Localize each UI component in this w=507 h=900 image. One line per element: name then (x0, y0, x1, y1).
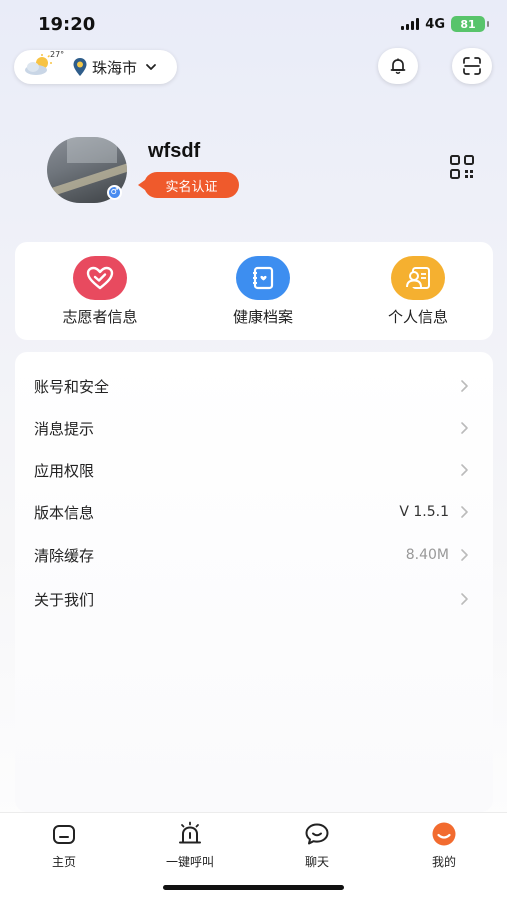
tab-label: 我的 (431, 855, 456, 869)
menu-item-label: 版本信息 (34, 503, 95, 522)
chevron-right-icon (461, 593, 468, 605)
settings-menu: 账号和安全 消息提示 应用权限 版本信息 V 1.5.1 清除缓存 8.40M … (15, 352, 493, 812)
chevron-right-icon (461, 422, 468, 434)
menu-item-account-security[interactable]: 账号和安全 (15, 366, 493, 406)
qr-code-icon[interactable] (449, 154, 475, 180)
version-value: V 1.5.1 (399, 504, 449, 520)
home-indicator (163, 885, 344, 890)
health-record-button[interactable]: 健康档案 (203, 242, 323, 340)
quick-action-label: 健康档案 (232, 308, 293, 326)
chevron-down-icon (146, 64, 156, 70)
tab-label: 聊天 (304, 855, 329, 869)
quick-actions-card: 志愿者信息 健康档案 个人信息 (15, 242, 493, 340)
menu-item-label: 账号和安全 (34, 377, 110, 396)
status-bar: 19:20 4G 81 (0, 0, 507, 48)
gender-male-icon: ♂ (107, 185, 122, 200)
chevron-right-icon (461, 549, 468, 561)
chevron-right-icon (461, 506, 468, 518)
chevron-right-icon (461, 380, 468, 392)
city-name: 珠海市 (92, 58, 138, 77)
tab-home[interactable]: 主页 (19, 819, 109, 869)
chat-icon (305, 823, 329, 845)
location-selector[interactable]: 27° 珠海市 (14, 50, 177, 84)
quick-action-label: 志愿者信息 (62, 308, 138, 326)
menu-item-label: 关于我们 (34, 590, 95, 609)
menu-item-version[interactable]: 版本信息 V 1.5.1 (15, 492, 493, 532)
chevron-right-icon (461, 464, 468, 476)
volunteer-info-button[interactable]: 志愿者信息 (40, 242, 160, 340)
weather-temperature: 27° (50, 50, 65, 59)
status-time: 19:20 (38, 14, 96, 35)
scan-icon (463, 57, 481, 75)
tab-label: 一键呼叫 (165, 855, 214, 869)
cache-size-value: 8.40M (405, 547, 449, 563)
tab-chat[interactable]: 聊天 (272, 819, 362, 869)
id-card-icon (391, 256, 445, 300)
network-type: 4G (425, 16, 445, 32)
heart-icon (73, 256, 127, 300)
menu-item-label: 消息提示 (34, 419, 95, 438)
tab-label: 主页 (51, 855, 76, 869)
tab-emergency-call[interactable]: 一键呼叫 (145, 819, 235, 869)
profile-icon (432, 822, 456, 846)
scan-button[interactable] (452, 48, 492, 84)
health-record-icon (236, 256, 290, 300)
bell-icon (390, 58, 406, 74)
notification-button[interactable] (378, 48, 418, 84)
menu-item-label: 清除缓存 (34, 546, 95, 565)
status-indicators: 4G 81 (401, 16, 489, 32)
alarm-icon (179, 821, 201, 844)
battery-level: 81 (460, 17, 476, 31)
menu-item-label: 应用权限 (34, 461, 95, 480)
menu-item-about-us[interactable]: 关于我们 (15, 579, 493, 619)
username: wfsdf (148, 140, 201, 162)
menu-item-clear-cache[interactable]: 清除缓存 8.40M (15, 535, 493, 575)
verify-identity-button[interactable]: 实名认证 (138, 172, 239, 198)
home-icon (53, 825, 75, 844)
personal-info-button[interactable]: 个人信息 (358, 242, 478, 340)
battery-icon: 81 (451, 16, 489, 32)
partly-cloudy-icon: 27° (24, 50, 68, 80)
quick-action-label: 个人信息 (387, 308, 448, 326)
map-pin-icon (73, 58, 87, 76)
menu-item-notifications[interactable]: 消息提示 (15, 408, 493, 448)
signal-icon (401, 18, 420, 30)
menu-item-permissions[interactable]: 应用权限 (15, 450, 493, 490)
tab-mine[interactable]: 我的 (399, 819, 489, 869)
